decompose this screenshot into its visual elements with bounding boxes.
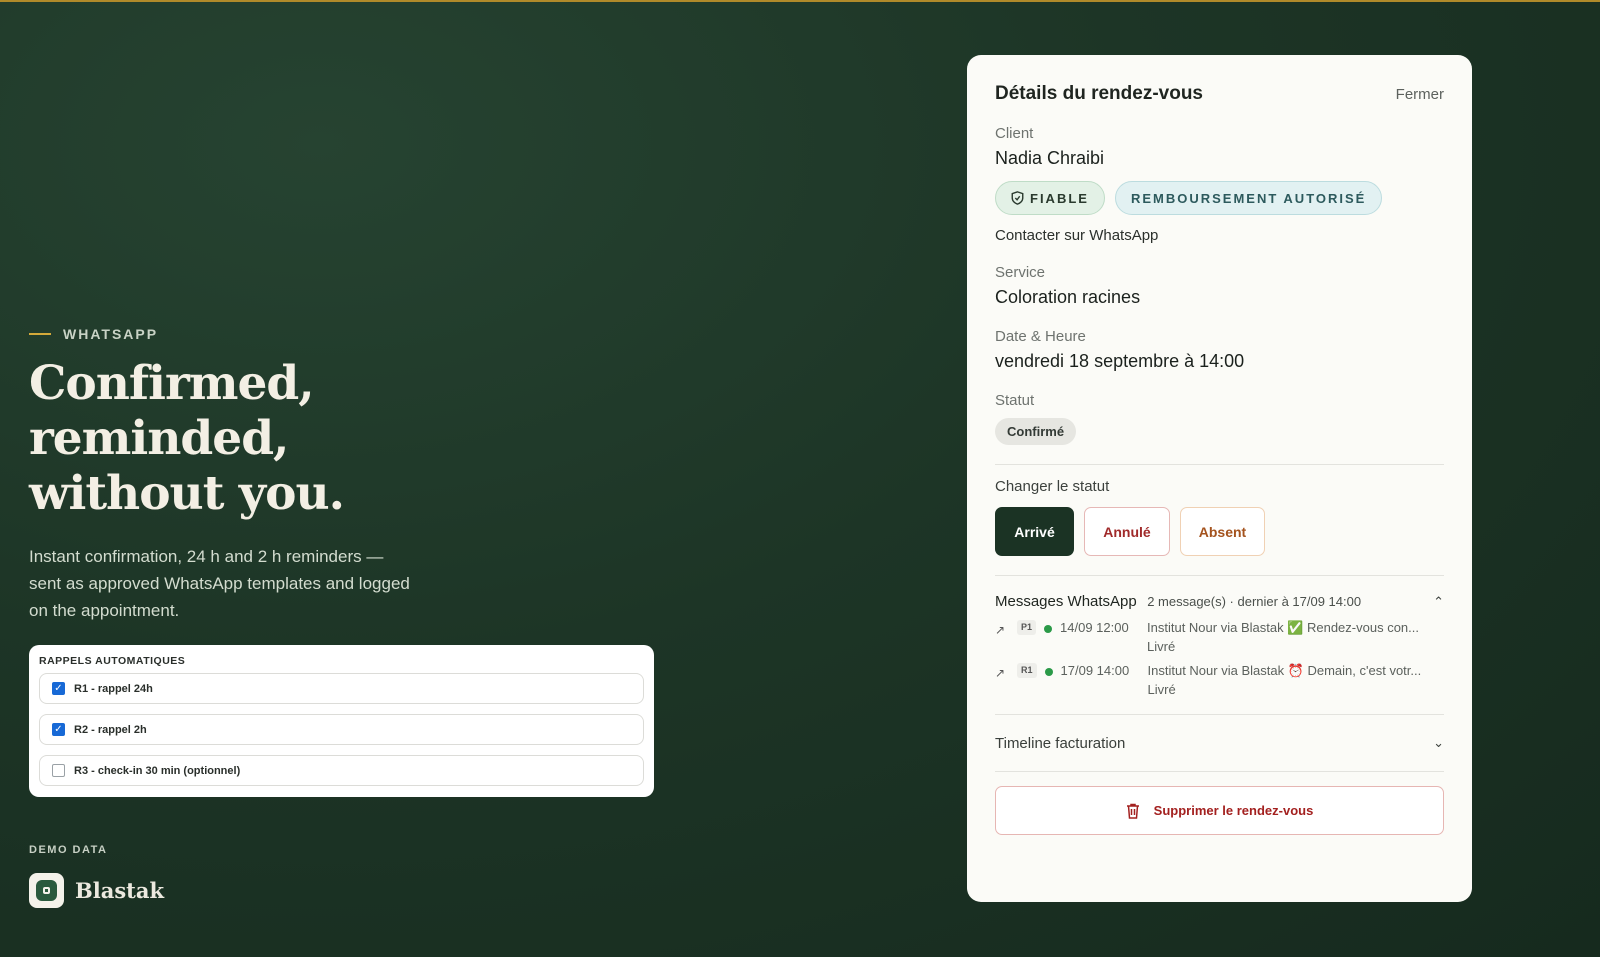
rappels-card: RAPPELS AUTOMATIQUES ✓ R1 - rappel 24h ✓…: [29, 645, 654, 797]
rappels-title: RAPPELS AUTOMATIQUES: [39, 655, 186, 667]
checkbox-icon[interactable]: ✓: [52, 682, 65, 695]
divider: [995, 771, 1444, 772]
rappel-label: R1 - rappel 24h: [74, 682, 153, 695]
hero-lead: Instant confirmation, 24 h and 2 h remin…: [29, 547, 410, 620]
client-label: Client: [995, 125, 1034, 142]
contact-whatsapp-link[interactable]: Contacter sur WhatsApp: [995, 227, 1444, 244]
brand-logo-icon: [29, 873, 64, 908]
messages-header[interactable]: Messages WhatsApp 2 message(s) · dernier…: [995, 593, 1444, 611]
service-value: Coloration racines: [995, 287, 1141, 307]
rappel-item-r2[interactable]: ✓ R2 - rappel 2h: [39, 714, 644, 745]
messages-title: Messages WhatsApp: [995, 593, 1137, 610]
rappel-item-r1[interactable]: ✓ R1 - rappel 24h: [39, 673, 644, 704]
delete-label: Supprimer le rendez-vous: [1153, 803, 1314, 818]
message-tag: R1: [1017, 663, 1037, 678]
arrive-button[interactable]: Arrivé: [995, 507, 1074, 556]
message-time: 17/09 14:00: [1060, 663, 1130, 678]
hero-section: WHATSAPP Confirmed, reminded, without yo…: [29, 326, 669, 624]
message-time: 14/09 12:00: [1060, 620, 1129, 635]
demo-data-label: DEMO DATA: [29, 844, 108, 856]
delivered-dot: [1044, 668, 1053, 676]
rappel-item-r3[interactable]: R3 - check-in 30 min (optionnel): [39, 755, 644, 786]
hero-headline: Confirmed, reminded, without you.: [29, 356, 345, 521]
checkbox-icon[interactable]: ✓: [52, 723, 65, 736]
divider: [995, 575, 1444, 576]
checkbox-icon[interactable]: [52, 764, 65, 777]
message-status: Livré: [1147, 682, 1176, 697]
status-buttons: Arrivé Annulé Absent: [995, 507, 1444, 556]
message-text: Institut Nour via Blastak ✅ Rendez-vous …: [1147, 620, 1419, 635]
delete-appointment-button[interactable]: Supprimer le rendez-vous: [995, 786, 1444, 835]
client-name: Nadia Chraibi: [995, 148, 1105, 168]
message-item: ↗ R1 17/09 14:00 Institut Nour via Blast…: [995, 663, 1444, 697]
badge-fiable: FIABLE: [995, 181, 1105, 215]
eyebrow-label: WHATSAPP: [63, 326, 159, 342]
service-label: Service: [995, 264, 1046, 281]
date-label: Date & Heure: [995, 328, 1086, 345]
message-status: Livré: [1147, 639, 1176, 654]
panel-header: Détails du rendez-vous Fermer: [995, 83, 1444, 105]
top-accent-line: [0, 0, 1600, 2]
absent-button[interactable]: Absent: [1180, 507, 1265, 556]
chevron-down-icon: ⌄: [1433, 735, 1444, 750]
brand-name: Blastak: [75, 878, 165, 903]
delivered-dot: [1044, 625, 1053, 633]
timeline-label: Timeline facturation: [995, 734, 1126, 752]
message-tag: P1: [1017, 620, 1037, 635]
timeline-facturation-toggle[interactable]: Timeline facturation ⌄: [995, 715, 1444, 771]
message-item: ↗ P1 14/09 12:00 Institut Nour via Blast…: [995, 620, 1444, 654]
messages-meta: 2 message(s) · dernier à 17/09 14:00: [1147, 594, 1362, 609]
eyebrow-dash: [29, 333, 51, 335]
appointment-details-panel: Détails du rendez-vous Fermer Client Nad…: [967, 55, 1472, 902]
brand[interactable]: Blastak: [29, 873, 164, 908]
status-badge: Confirmé: [995, 418, 1077, 445]
change-status-label: Changer le statut: [995, 478, 1110, 495]
statut-label: Statut: [995, 392, 1035, 409]
arrow-outgoing-icon: ↗: [995, 666, 1006, 680]
arrow-outgoing-icon: ↗: [995, 623, 1006, 637]
badge-fiable-label: FIABLE: [1030, 190, 1089, 206]
badge-remboursement: REMBOURSEMENT AUTORISÉ: [1114, 181, 1383, 215]
rappel-label: R2 - rappel 2h: [74, 723, 147, 736]
trash-icon: [1126, 803, 1139, 819]
date-value: vendredi 18 septembre à 14:00: [995, 351, 1245, 371]
chevron-up-icon[interactable]: ⌃: [1433, 594, 1444, 610]
close-button[interactable]: Fermer: [1396, 86, 1444, 103]
annule-button[interactable]: Annulé: [1084, 507, 1170, 556]
eyebrow: WHATSAPP: [29, 326, 669, 342]
divider: [995, 464, 1444, 465]
rappel-label: R3 - check-in 30 min (optionnel): [74, 764, 241, 777]
shield-icon: [1011, 191, 1024, 205]
client-badges: FIABLE REMBOURSEMENT AUTORISÉ: [995, 181, 1444, 215]
message-text: Institut Nour via Blastak ⏰ Demain, c'es…: [1147, 663, 1422, 678]
panel-title: Détails du rendez-vous: [995, 83, 1203, 104]
